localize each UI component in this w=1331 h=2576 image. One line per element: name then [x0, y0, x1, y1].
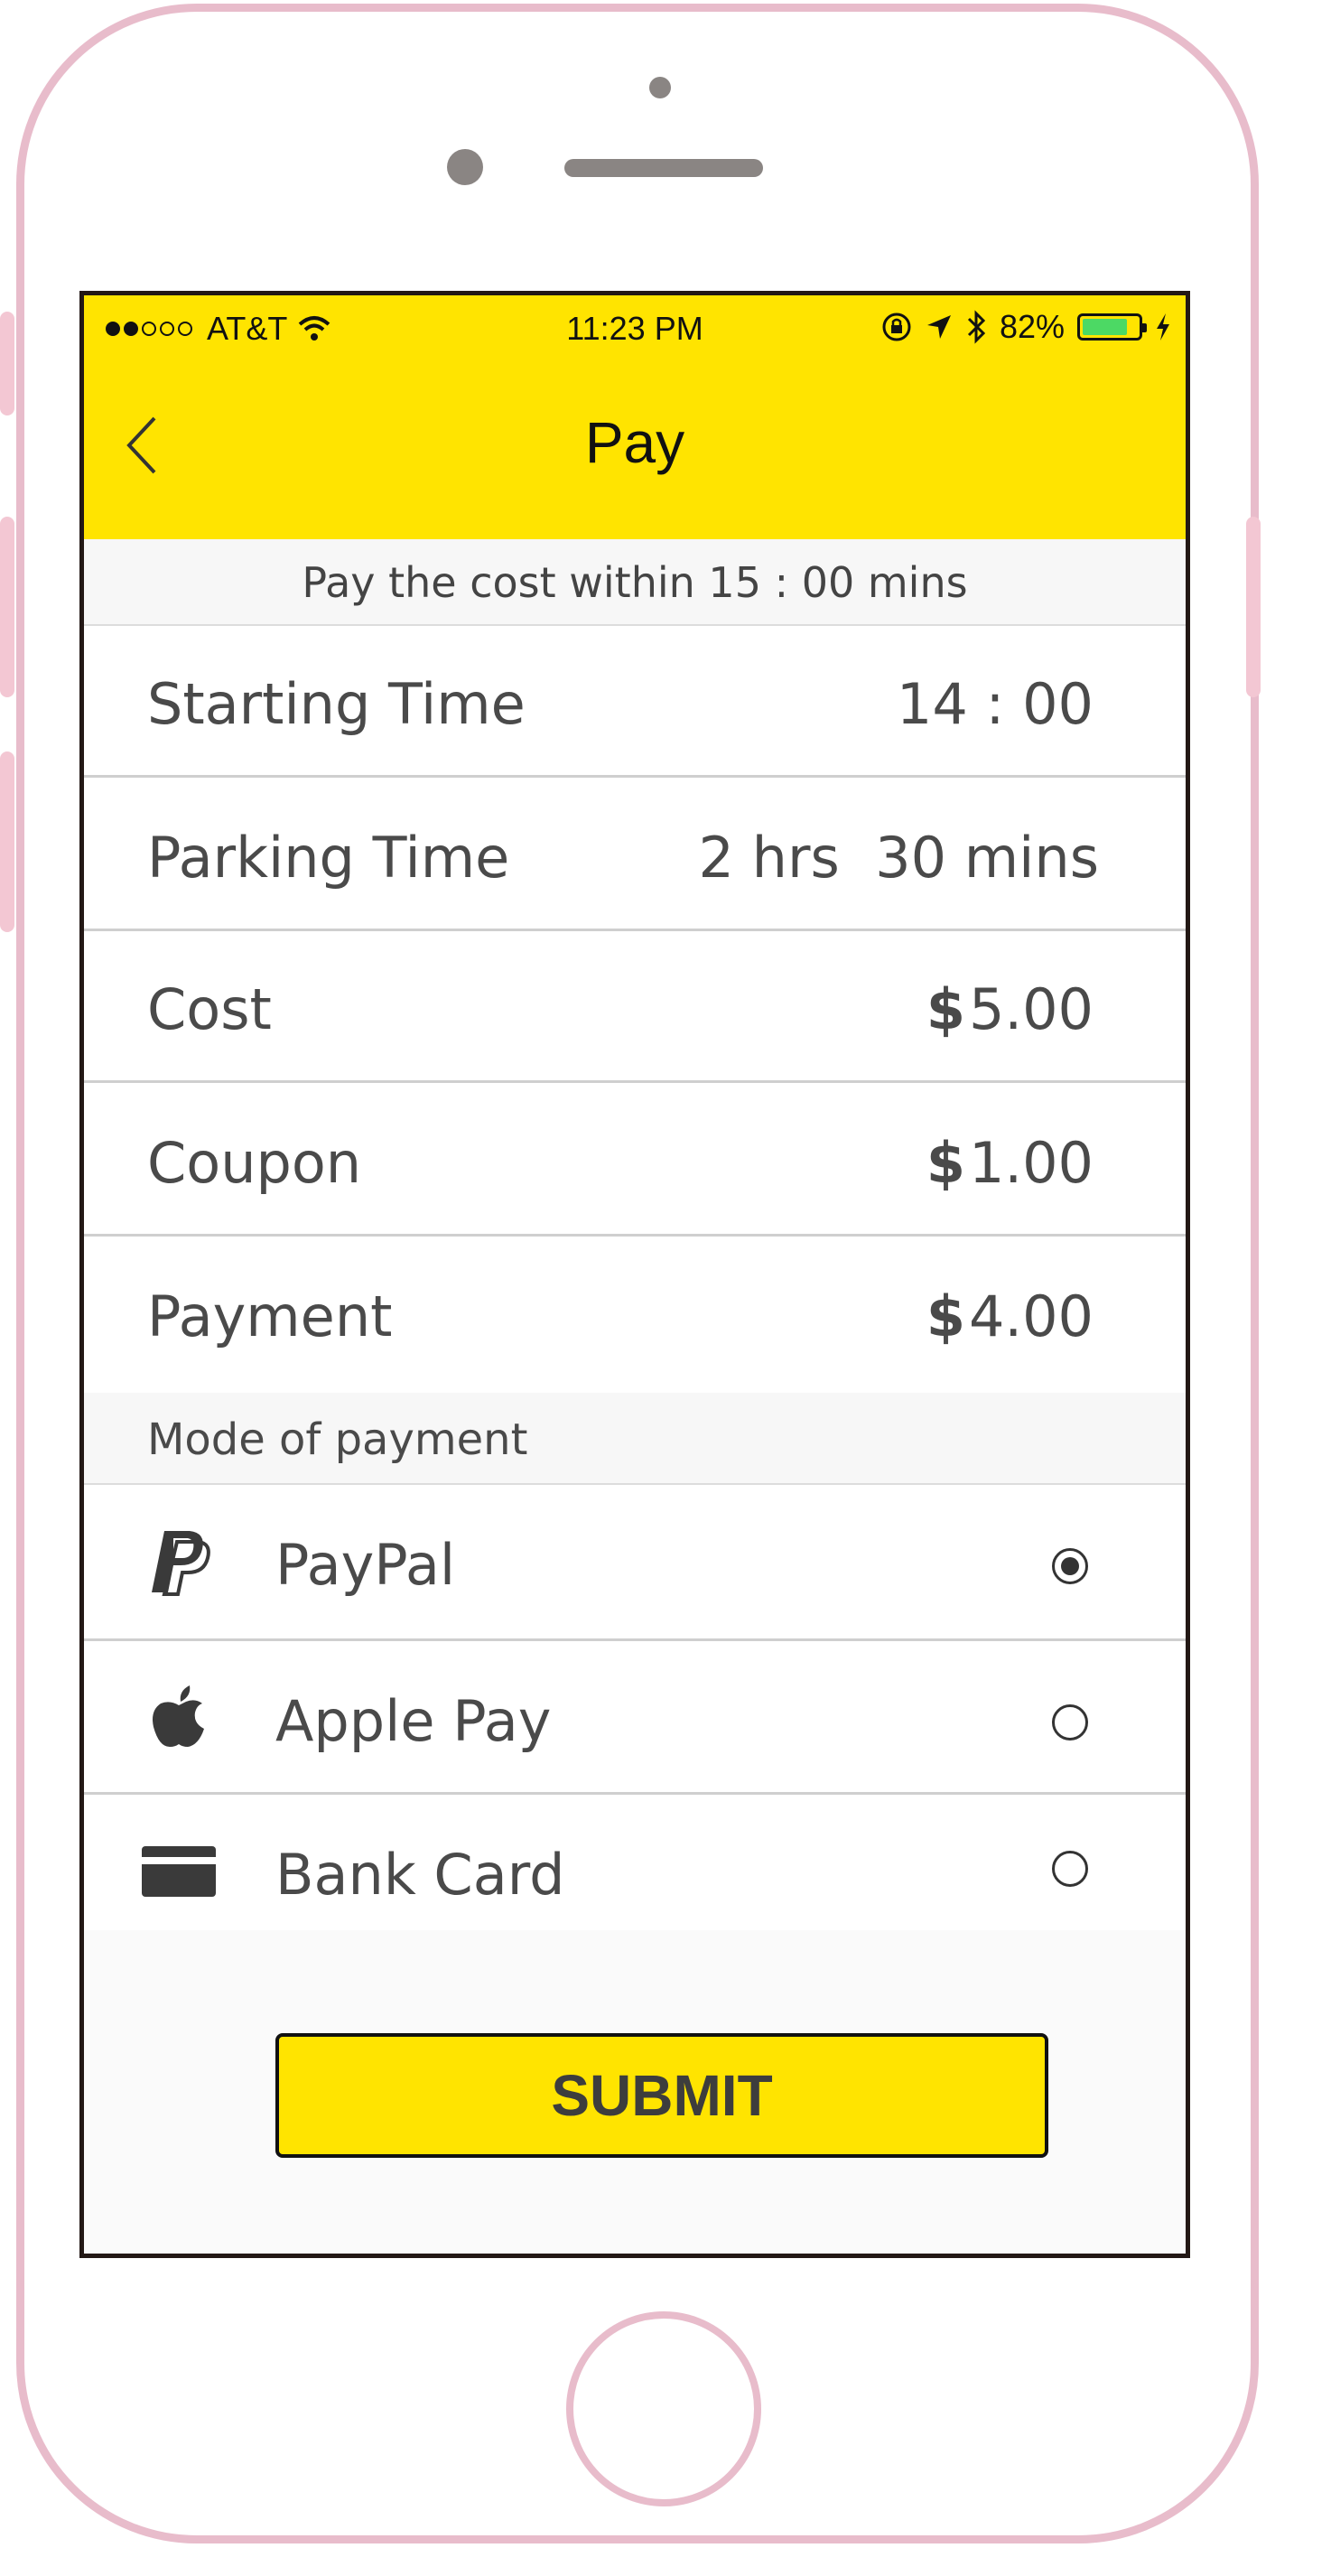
payment-option-bank-card[interactable]: Bank Card — [84, 1795, 1186, 1951]
home-button[interactable] — [566, 2311, 761, 2506]
rotation-lock-icon — [882, 313, 911, 341]
detail-label: Cost — [147, 976, 272, 1042]
app-screen: AT&T 11:23 PM 82% Pay Pay the cost withi… — [79, 291, 1190, 2258]
submit-button[interactable]: SUBMIT — [275, 2033, 1048, 2158]
currency-symbol: $ — [926, 1130, 965, 1196]
detail-value: $5.00 — [926, 976, 1094, 1042]
payment-option-label: PayPal — [275, 1532, 456, 1598]
battery-percent: 82% — [999, 308, 1065, 345]
amount: 4.00 — [968, 1283, 1094, 1349]
detail-value: $1.00 — [926, 1130, 1094, 1196]
front-camera — [649, 77, 671, 98]
detail-row-cost: Cost $5.00 — [84, 931, 1186, 1083]
amount: 5.00 — [968, 976, 1094, 1042]
radio-button[interactable] — [1052, 1851, 1088, 1887]
apple-icon — [142, 1679, 216, 1753]
battery-level — [1083, 319, 1128, 335]
detail-row-parking-time: Parking Time 2 hrs 30 mins — [84, 778, 1186, 931]
power-button — [1246, 517, 1261, 697]
payment-deadline-notice: Pay the cost within 15 : 00 mins — [84, 539, 1186, 626]
payment-mode-header: Mode of payment — [84, 1393, 1186, 1485]
detail-value: 14 : 00 — [896, 671, 1094, 737]
currency-symbol: $ — [926, 976, 965, 1042]
earpiece-speaker — [564, 159, 763, 177]
payment-option-label: Bank Card — [275, 1842, 565, 1908]
detail-row-starting-time: Starting Time 14 : 00 — [84, 626, 1186, 778]
payment-option-label: Apple Pay — [275, 1688, 552, 1754]
detail-value: $4.00 — [926, 1283, 1094, 1349]
volume-up-button — [0, 517, 14, 697]
mute-switch — [0, 312, 14, 415]
bank-card-icon — [142, 1834, 216, 1909]
volume-down-button — [0, 751, 14, 932]
detail-label: Coupon — [147, 1130, 362, 1196]
header-bar: AT&T 11:23 PM 82% Pay — [84, 295, 1186, 539]
radio-button-selected[interactable] — [1052, 1548, 1088, 1584]
detail-label: Payment — [147, 1283, 393, 1349]
detail-label: Parking Time — [147, 825, 510, 891]
paypal-icon — [142, 1525, 216, 1599]
payment-option-apple-pay[interactable]: Apple Pay — [84, 1641, 1186, 1795]
payment-option-paypal[interactable]: PayPal — [84, 1485, 1186, 1641]
location-arrow-icon — [926, 315, 951, 339]
bluetooth-icon — [967, 310, 986, 344]
charging-bolt-icon — [1157, 313, 1169, 341]
detail-row-payment: Payment $4.00 — [84, 1237, 1186, 1393]
status-bar: AT&T 11:23 PM 82% — [84, 295, 1186, 364]
detail-label: Starting Time — [147, 671, 526, 737]
page-title: Pay — [584, 410, 685, 475]
status-right: 82% — [880, 308, 1171, 346]
proximity-sensor — [447, 149, 483, 185]
battery-icon — [1077, 313, 1147, 341]
detail-row-coupon: Coupon $1.00 — [84, 1083, 1186, 1237]
amount: 1.00 — [968, 1130, 1094, 1196]
currency-symbol: $ — [926, 1283, 965, 1349]
detail-value: 2 hrs 30 mins — [698, 825, 1099, 891]
radio-button[interactable] — [1052, 1704, 1088, 1741]
section-title: Mode of payment — [147, 1414, 528, 1465]
